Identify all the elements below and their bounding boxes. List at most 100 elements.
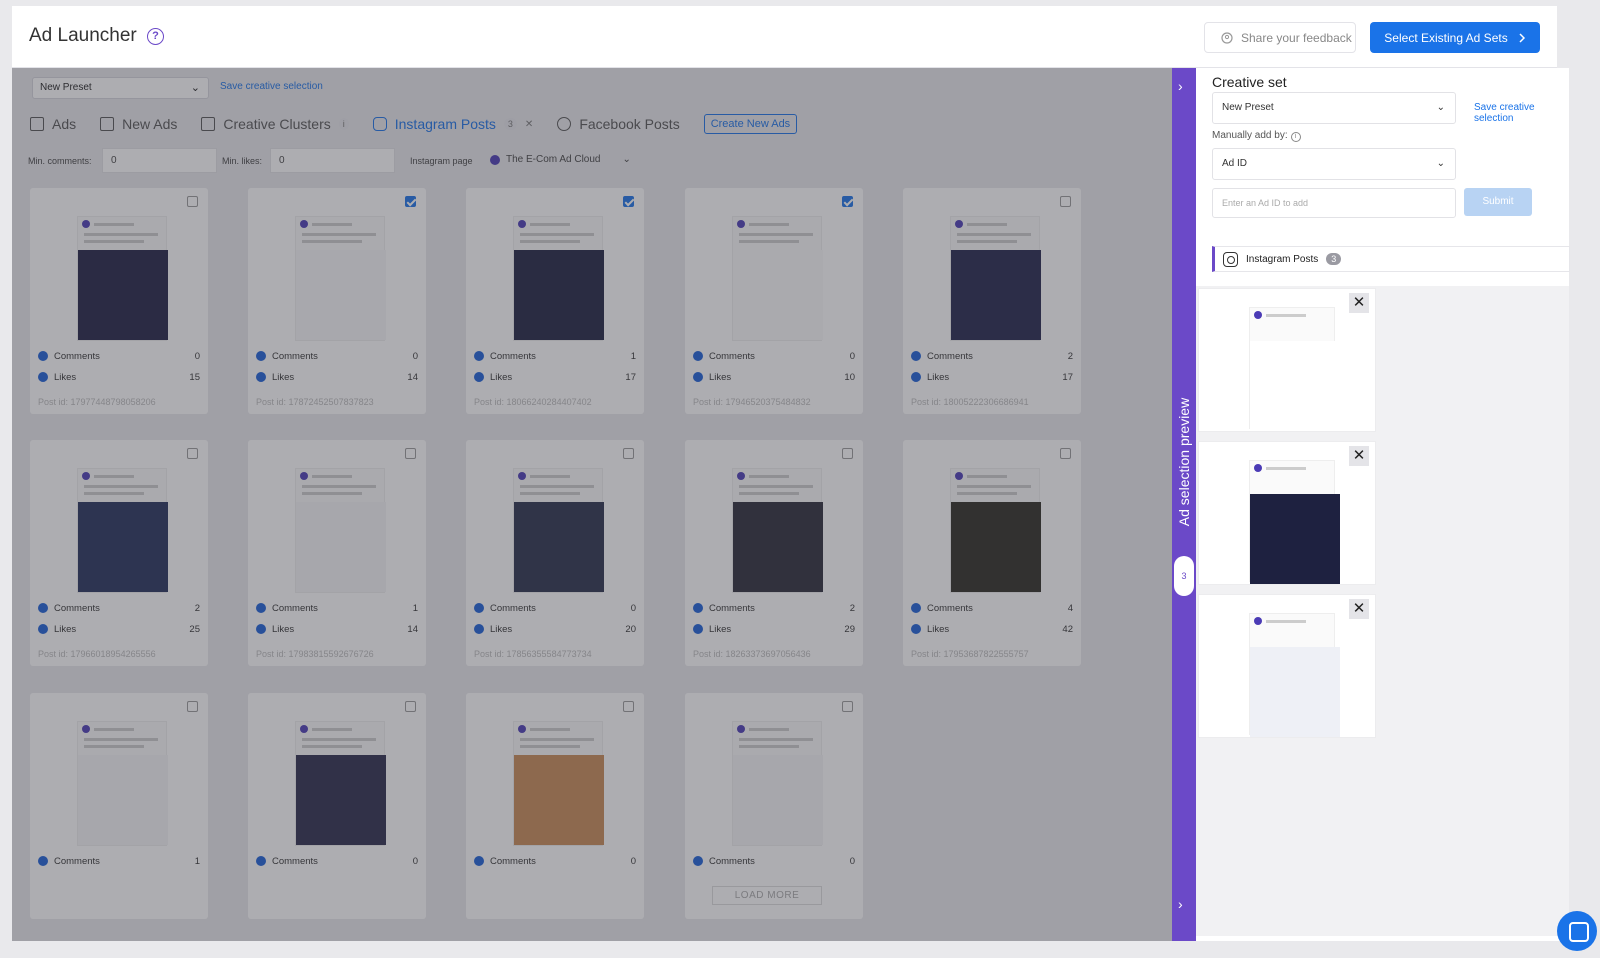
- comments-label: Comments: [272, 856, 318, 867]
- post-card[interactable]: Comments 2 Likes 17 Post id: 180052223066869…: [903, 188, 1081, 414]
- post-select-checkbox[interactable]: [623, 448, 634, 459]
- help-icon[interactable]: ?: [147, 28, 164, 45]
- likes-label: Likes: [272, 624, 295, 635]
- facebook-icon: [911, 624, 921, 635]
- tab-new-ads[interactable]: New Ads: [100, 116, 177, 132]
- post-card[interactable]: Comments 0 Likes 10 Post id: 179465203754848…: [685, 188, 863, 414]
- panel-preset-select[interactable]: New Preset ⌄: [1212, 92, 1456, 124]
- share-feedback-button[interactable]: Share your feedback: [1204, 22, 1356, 53]
- chat-widget-button[interactable]: [1557, 911, 1597, 951]
- post-select-checkbox[interactable]: [187, 196, 198, 207]
- likes-value: 42: [1062, 624, 1073, 635]
- tab-ads[interactable]: Ads: [30, 116, 76, 132]
- post-select-checkbox[interactable]: [187, 448, 198, 459]
- select-existing-ad-sets-button[interactable]: Select Existing Ad Sets: [1370, 22, 1540, 53]
- post-select-checkbox[interactable]: [405, 196, 416, 207]
- post-select-checkbox[interactable]: [842, 701, 853, 712]
- caption-line: [312, 475, 352, 478]
- post-select-checkbox[interactable]: [405, 701, 416, 712]
- post-card[interactable]: Comments 2 Likes 29 Post id: 182633736970564…: [685, 440, 863, 666]
- min-comments-input[interactable]: 0: [102, 148, 217, 173]
- likes-stat: Likes 17: [911, 372, 1073, 383]
- chevron-right-icon[interactable]: ›: [1178, 896, 1183, 912]
- post-id: Post id: 17977448798058206: [38, 397, 156, 407]
- save-creative-selection-link[interactable]: Save creative selection: [220, 81, 323, 92]
- caption-line: [1266, 314, 1306, 317]
- ad-selection-preview-strip[interactable]: › Ad selection preview 3 ›: [1172, 68, 1196, 941]
- likes-stat: Likes 15: [38, 372, 200, 383]
- post-card[interactable]: Comments 4 Likes 42 Post id: 179536878225557…: [903, 440, 1081, 666]
- caption-line: [302, 485, 376, 488]
- post-image: [514, 502, 604, 592]
- post-image: [733, 502, 823, 592]
- post-select-checkbox[interactable]: [405, 448, 416, 459]
- tab-creative-clusters[interactable]: Creative Clusters i: [201, 116, 349, 132]
- facebook-icon: [557, 117, 572, 131]
- facebook-icon: [474, 372, 484, 383]
- likes-value: 20: [625, 624, 636, 635]
- tab-instagram-posts[interactable]: Instagram Posts 3 ✕: [372, 116, 533, 132]
- remove-post-close-icon[interactable]: ✕: [1349, 446, 1369, 466]
- caption-line: [84, 233, 158, 236]
- close-icon[interactable]: ✕: [525, 119, 533, 130]
- likes-value: 14: [407, 372, 418, 383]
- remove-post-close-icon[interactable]: ✕: [1349, 293, 1369, 313]
- post-thumbnail: [1249, 613, 1340, 737]
- min-likes-input[interactable]: 0: [270, 148, 395, 173]
- caption-line: [302, 745, 362, 748]
- caption-line: [530, 223, 570, 226]
- post-thumbnail: [732, 468, 823, 593]
- likes-value: 17: [1062, 372, 1073, 383]
- ad-id-input[interactable]: Enter an Ad ID to add: [1212, 188, 1456, 218]
- post-select-checkbox[interactable]: [1060, 196, 1071, 207]
- facebook-icon: [474, 603, 484, 614]
- load-more-button[interactable]: LOAD MORE: [712, 886, 822, 905]
- instagram-posts-section-header: Instagram Posts 3: [1212, 246, 1570, 272]
- post-card[interactable]: Comments 0: [248, 693, 426, 919]
- post-select-checkbox[interactable]: [623, 196, 634, 207]
- post-card[interactable]: Comments 0: [466, 693, 644, 919]
- submit-button[interactable]: Submit: [1464, 188, 1532, 216]
- post-card[interactable]: Comments 1: [30, 693, 208, 919]
- panel-preset-value: New Preset: [1222, 102, 1274, 113]
- post-select-checkbox[interactable]: [1060, 448, 1071, 459]
- caption-line: [84, 738, 158, 741]
- header: Ad Launcher ? Share your feedback Select…: [12, 6, 1557, 68]
- tab-facebook-posts[interactable]: Facebook Posts: [557, 116, 680, 132]
- post-card[interactable]: Comments 2 Likes 25 Post id: 179660189542655…: [30, 440, 208, 666]
- avatar: [1254, 311, 1262, 319]
- add-by-select[interactable]: Ad ID ⌄: [1212, 148, 1456, 180]
- post-card[interactable]: Comments 1 Likes 14 Post id: 179838155926767…: [248, 440, 426, 666]
- caption-line: [957, 240, 1017, 243]
- tab-bar: Ads New Ads Creative Clusters i Instagram…: [30, 112, 798, 136]
- post-select-checkbox[interactable]: [842, 448, 853, 459]
- feedback-icon: [1221, 31, 1233, 44]
- select-existing-label: Select Existing Ad Sets: [1384, 30, 1508, 45]
- post-image: [78, 755, 168, 845]
- post-id: Post id: 17946520375484832: [693, 397, 811, 407]
- create-new-ads-button[interactable]: Create New Ads: [703, 114, 798, 134]
- remove-post-close-icon[interactable]: ✕: [1349, 599, 1369, 619]
- instagram-page-select[interactable]: The E-Com Ad Cloud ⌄: [490, 154, 631, 165]
- likes-label: Likes: [54, 624, 77, 635]
- instagram-icon: [1223, 251, 1238, 267]
- facebook-icon: [38, 856, 48, 867]
- post-thumbnail: [77, 721, 168, 846]
- post-card[interactable]: Comments 0 Likes 15 Post id: 179774487980582…: [30, 188, 208, 414]
- post-card[interactable]: Comments 1 Likes 17 Post id: 180662402844074…: [466, 188, 644, 414]
- tab-label: Instagram Posts: [394, 116, 496, 132]
- comments-value: 0: [412, 351, 418, 362]
- comments-stat: Comments 0: [256, 351, 418, 362]
- panel-save-creative-selection-link[interactable]: Save creative selection: [1474, 102, 1569, 124]
- preset-select[interactable]: New Preset ⌄: [32, 77, 209, 99]
- post-thumbnail: [295, 216, 386, 341]
- post-card[interactable]: Comments 0 Likes 20 Post id: 178563555847737…: [466, 440, 644, 666]
- comments-stat: Comments 2: [693, 603, 855, 614]
- chevron-right-icon: [1519, 32, 1525, 43]
- post-select-checkbox[interactable]: [187, 701, 198, 712]
- post-select-checkbox[interactable]: [842, 196, 853, 207]
- comments-label: Comments: [54, 856, 100, 867]
- post-select-checkbox[interactable]: [623, 701, 634, 712]
- post-card[interactable]: Comments 0 Likes 14 Post id: 178724525078378…: [248, 188, 426, 414]
- chevron-right-icon[interactable]: ›: [1178, 78, 1183, 94]
